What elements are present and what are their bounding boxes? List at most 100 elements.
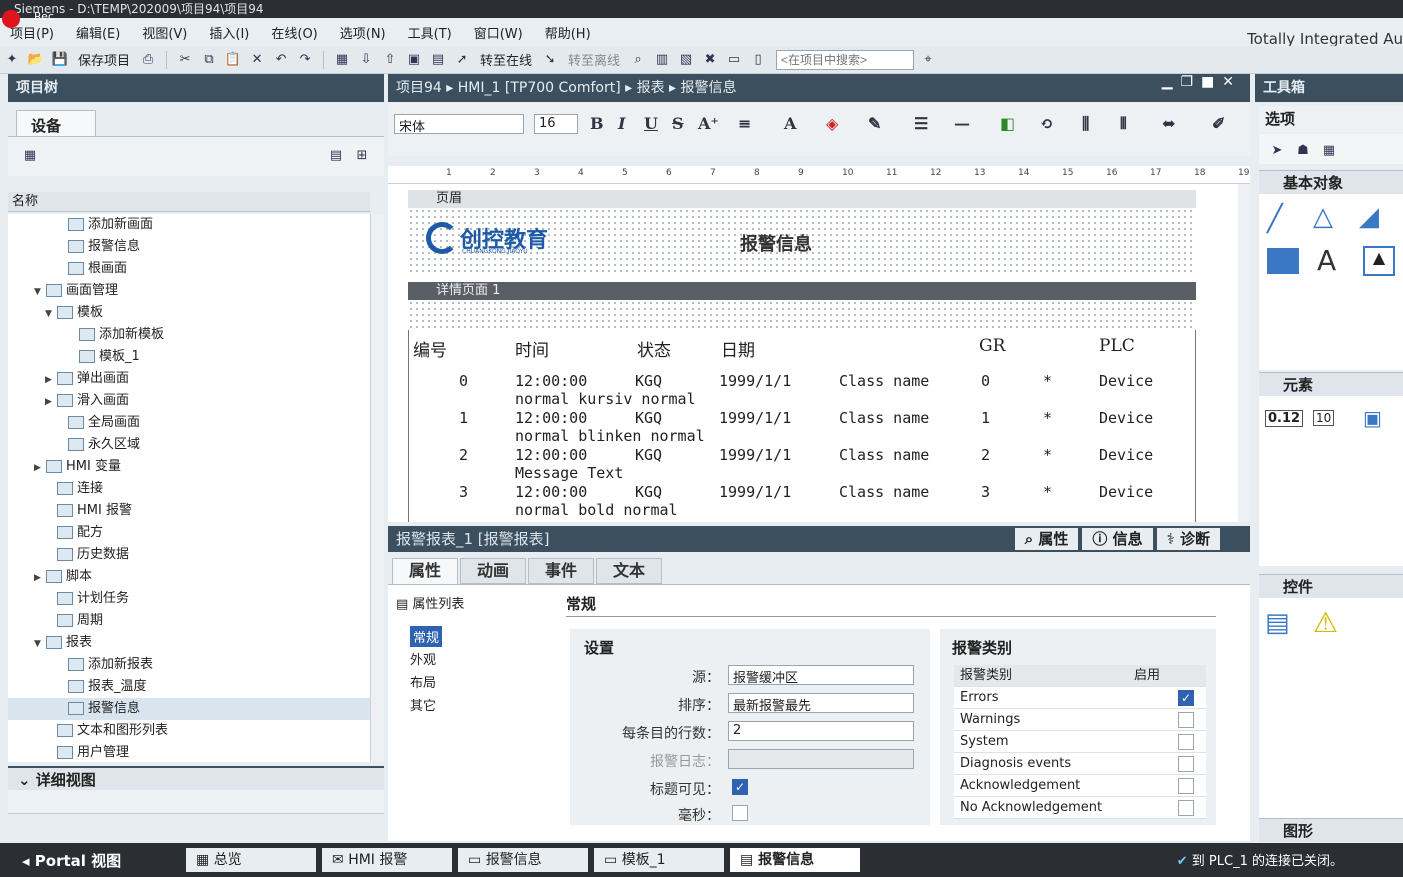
devices-tab[interactable]: 设备 xyxy=(16,110,96,136)
menu-edit[interactable]: 编辑(E) xyxy=(66,23,132,42)
expand-toggle-icon[interactable]: ▶ xyxy=(45,369,57,391)
subtab-animation[interactable]: 动画 xyxy=(460,558,527,584)
user-icon[interactable]: ☗ xyxy=(1293,140,1313,160)
tree-item[interactable]: 报警信息 xyxy=(8,236,370,258)
tab-diagnostics[interactable]: ⚕ 诊断 xyxy=(1156,528,1220,550)
go-offline-icon[interactable]: ➘ xyxy=(540,50,560,70)
save-project-button[interactable]: 保存项目 xyxy=(74,50,134,69)
elements-header[interactable]: 元素 xyxy=(1259,372,1403,396)
tree-item[interactable]: 报警信息 xyxy=(8,698,370,720)
distribute-icon[interactable]: ⫼ xyxy=(1082,114,1089,134)
source-select[interactable]: 报警缓冲区 xyxy=(728,665,914,686)
task-alarm-report[interactable]: ▤ 报警信息 xyxy=(730,848,860,872)
print-icon[interactable]: ⎙ xyxy=(138,50,158,70)
menu-window[interactable]: 窗口(W) xyxy=(464,23,535,42)
menu-view[interactable]: 视图(V) xyxy=(132,23,199,42)
upload-icon[interactable]: ⇧ xyxy=(380,50,400,70)
close-icon[interactable]: ✕ xyxy=(1222,74,1242,90)
alarm-class-enable-checkbox[interactable] xyxy=(1178,800,1194,816)
detail-band[interactable]: 详情页面 1 xyxy=(408,282,1196,300)
menu-help[interactable]: 帮助(H) xyxy=(535,23,603,42)
graphic-io-icon[interactable]: ▣ xyxy=(1363,406,1382,430)
breadcrumb-report[interactable]: 报警信息 xyxy=(681,80,737,96)
close-editor-icon[interactable]: ✖ xyxy=(700,50,720,70)
editor-scrollbar[interactable] xyxy=(1238,184,1250,522)
text-field-icon[interactable]: A xyxy=(1317,244,1336,277)
underline-button[interactable]: U xyxy=(644,114,658,133)
tree-item[interactable]: 报表_温度 xyxy=(8,676,370,698)
task-hmi-alarms[interactable]: ✉ HMI 报警 xyxy=(322,848,452,872)
tree-item[interactable]: 根画面 xyxy=(8,258,370,280)
compile-icon[interactable]: ▦ xyxy=(332,50,352,70)
expand-toggle-icon[interactable]: ▼ xyxy=(45,303,57,325)
tree-item[interactable]: 历史数据 xyxy=(8,544,370,566)
bring-front-icon[interactable]: ◧ xyxy=(1000,114,1015,133)
report-title[interactable]: 报警信息 xyxy=(740,230,812,256)
alarm-log-input[interactable] xyxy=(728,749,914,769)
bold-button[interactable]: B xyxy=(590,114,604,133)
tree-item[interactable]: 添加新模板 xyxy=(8,324,370,346)
tree-item[interactable]: 周期 xyxy=(8,610,370,632)
prop-misc[interactable]: 其它 xyxy=(396,693,546,716)
tree-item[interactable]: 计划任务 xyxy=(8,588,370,610)
alarm-class-enable-checkbox[interactable] xyxy=(1178,756,1194,772)
go-online-icon[interactable]: ➚ xyxy=(452,50,472,70)
controls-header[interactable]: 控件 xyxy=(1259,574,1403,598)
basic-objects-header[interactable]: 基本对象 xyxy=(1259,170,1403,194)
new-project-icon[interactable]: ✦ xyxy=(2,50,22,70)
more-tools-icon[interactable]: ✐ xyxy=(1212,114,1225,133)
tree-item[interactable]: ▼ 画面管理 xyxy=(8,280,370,302)
table-view-icon[interactable]: ▤ xyxy=(326,145,346,165)
tree-item[interactable]: 永久区域 xyxy=(8,434,370,456)
combo-box-icon[interactable]: 10 xyxy=(1313,410,1335,426)
line-color-icon[interactable]: ✎ xyxy=(868,114,881,133)
cut-icon[interactable]: ✂ xyxy=(175,50,195,70)
go-offline-button[interactable]: 转至离线 xyxy=(564,50,624,69)
go-online-button[interactable]: 转至在线 xyxy=(476,50,536,69)
task-template[interactable]: ▭ 模板_1 xyxy=(594,848,724,872)
menu-insert[interactable]: 插入(I) xyxy=(199,23,261,42)
menu-online[interactable]: 在线(O) xyxy=(261,23,329,42)
tree-item[interactable]: ▼ 报表 xyxy=(8,632,370,654)
table-icon[interactable]: ▦ xyxy=(1319,140,1339,160)
font-family-select[interactable]: 宋体 xyxy=(394,114,524,135)
font-grow-button[interactable]: A⁺ xyxy=(698,114,719,133)
breadcrumb-project[interactable]: 项目94 xyxy=(396,80,442,96)
breadcrumb-reports[interactable]: 报表 xyxy=(637,80,665,96)
milliseconds-checkbox[interactable] xyxy=(732,805,748,821)
prop-general[interactable]: 常规 xyxy=(410,626,443,647)
task-alarm-info[interactable]: ▭ 报警信息 xyxy=(458,848,588,872)
alarm-class-enable-checkbox[interactable] xyxy=(1178,778,1194,794)
tree-item[interactable]: 连接 xyxy=(8,478,370,500)
sort-select[interactable]: 最新报警最先 xyxy=(728,693,914,714)
rectangle-icon[interactable] xyxy=(1267,248,1299,274)
line-width-icon[interactable]: — xyxy=(954,114,970,133)
tree-item[interactable]: 添加新画面 xyxy=(8,214,370,236)
pointer-icon[interactable]: ➤ xyxy=(1267,140,1287,160)
tree-item[interactable]: 配方 xyxy=(8,522,370,544)
menu-options[interactable]: 选项(N) xyxy=(330,23,398,42)
expand-toggle-icon[interactable]: ▼ xyxy=(34,633,46,655)
add-device-icon[interactable]: ⊞ xyxy=(352,145,372,165)
restore-icon[interactable]: ❐ xyxy=(1180,74,1201,90)
tab-info[interactable]: ⓘ 信息 xyxy=(1082,528,1153,550)
title-visible-checkbox[interactable]: ✓ xyxy=(732,779,748,795)
compare-icon[interactable]: ▧ xyxy=(676,50,696,70)
open-project-icon[interactable]: 📂 xyxy=(26,50,46,70)
report-canvas[interactable]: 页眉 创控教育 CHUANGKONG JIAOYU 报警信息 详情页面 1 编号… xyxy=(388,184,1238,522)
portal-view-button[interactable]: ◂ Portal 视图 xyxy=(0,850,186,871)
undo-icon[interactable]: ↶ xyxy=(271,50,291,70)
tree-item[interactable]: 文本和图形列表 xyxy=(8,720,370,742)
header-band[interactable]: 页眉 xyxy=(408,190,1196,208)
tree-item[interactable]: ▶ 弹出画面 xyxy=(8,368,370,390)
save-icon[interactable]: 💾 xyxy=(50,50,70,70)
tree-item[interactable]: HMI 报警 xyxy=(8,500,370,522)
subtab-properties[interactable]: 属性 xyxy=(392,558,459,584)
align-icon[interactable]: ≡ xyxy=(738,114,751,133)
align-objects-icon[interactable]: ⫴ xyxy=(1120,114,1127,134)
polyline-icon[interactable]: △ xyxy=(1313,202,1333,232)
tab-properties[interactable]: ⌕ 属性 xyxy=(1014,528,1079,550)
alarm-indicator-icon[interactable]: ⚠ xyxy=(1313,606,1338,639)
search-go-icon[interactable]: ⌖ xyxy=(918,50,938,70)
tree-item[interactable]: ▶ 滑入画面 xyxy=(8,390,370,412)
